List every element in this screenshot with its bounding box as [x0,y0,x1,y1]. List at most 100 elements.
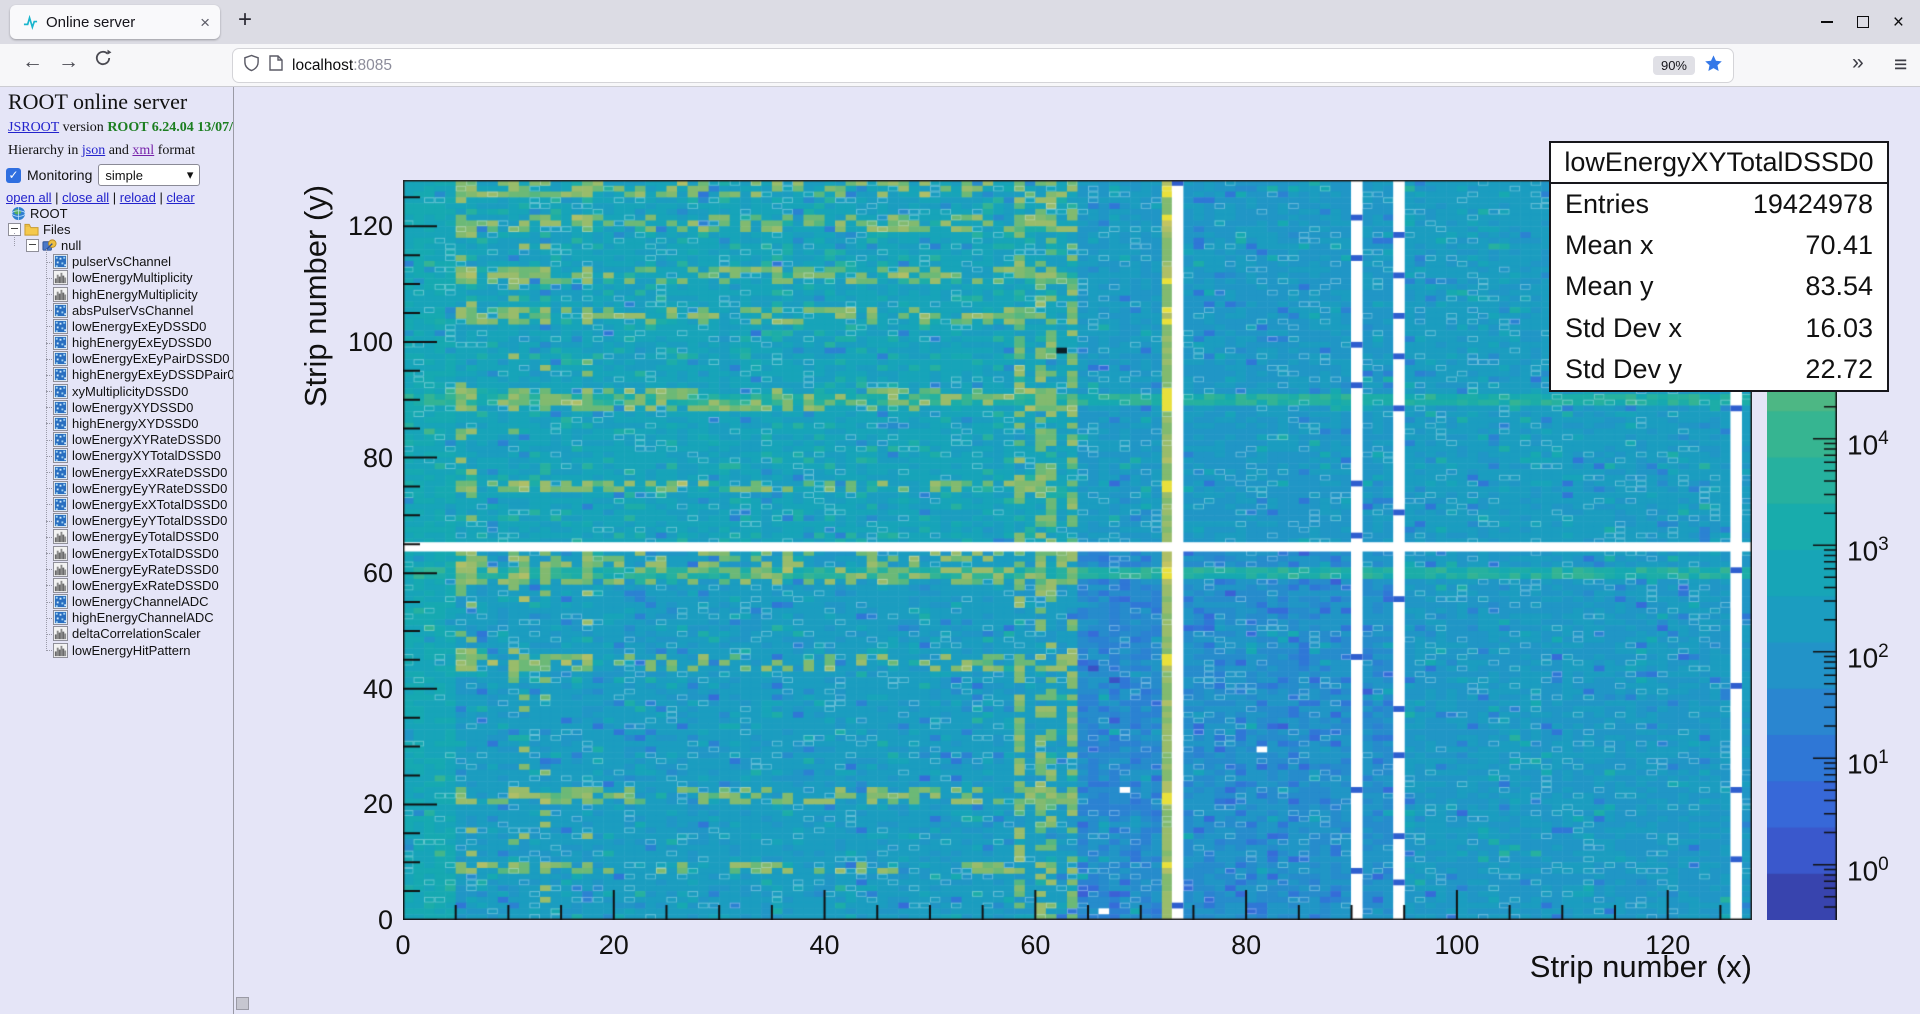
monitoring-checkbox[interactable]: ✓ [6,167,21,183]
window-controls: × [1820,0,1920,44]
back-icon[interactable]: ← [22,50,43,74]
zoom-level-badge[interactable]: 90% [1652,56,1695,75]
tree-link-reload[interactable]: reload [120,190,156,205]
json-link[interactable]: json [82,143,105,158]
tree-item-xyMultiplicityDSSD0[interactable]: xyMultiplicityDSSD0 [0,383,233,399]
jsroot-sidebar: ROOT online server JSROOT version ROOT 6… [0,87,233,1014]
y-tick-label-20: 20 [362,789,393,820]
sidebar-divider[interactable] [233,87,234,1014]
th2-histogram-icon [53,383,68,399]
folder-icon [24,222,39,237]
url-text[interactable]: localhost:8085 [292,57,392,75]
tree-item-lowEnergyEyYRateDSSD0[interactable]: lowEnergyEyYRateDSSD0 [0,480,233,496]
reload-icon[interactable] [94,49,112,73]
th2-histogram-icon [53,399,68,415]
tree-item-label: lowEnergyEyTotalDSSD0 [72,529,219,545]
tree-item-lowEnergyEyTotalDSSD0[interactable]: lowEnergyEyTotalDSSD0 [0,529,233,545]
tree-item-lowEnergyHitPattern[interactable]: lowEnergyHitPattern [0,642,233,658]
th2-histogram-icon [53,335,68,351]
tree-item-highEnergyExEyDSSD0[interactable]: highEnergyExEyDSSD0 [0,335,233,351]
tree-item-deltaCorrelationScaler[interactable]: deltaCorrelationScaler [0,626,233,642]
tree-item-lowEnergyXYDSSD0[interactable]: lowEnergyXYDSSD0 [0,399,233,415]
page-info-icon[interactable] [269,55,283,76]
tree-connector [46,601,54,603]
tree-item-label: highEnergyXYDSSD0 [72,416,199,432]
tree-item-highEnergyChannelADC[interactable]: highEnergyChannelADC [0,610,233,626]
forward-icon[interactable]: → [58,50,79,74]
tree-item-absPulserVsChannel[interactable]: absPulserVsChannel [0,302,233,318]
minimize-icon[interactable] [1820,21,1833,23]
tree-item-lowEnergyXYRateDSSD0[interactable]: lowEnergyXYRateDSSD0 [0,432,233,448]
tree-connector [46,650,54,652]
stats-row-mean-y: Mean y 83.54 [1565,271,1873,302]
tree-item-lowEnergyExXTotalDSSD0[interactable]: lowEnergyExXTotalDSSD0 [0,496,233,512]
x-tick-label-80: 80 [1231,930,1262,960]
bookmark-star-icon[interactable] [1704,54,1723,78]
tree-item-lowEnergyXYTotalDSSD0[interactable]: lowEnergyXYTotalDSSD0 [0,448,233,464]
tree-link-clear[interactable]: clear [166,190,194,205]
tree-item-label: lowEnergyMultiplicity [72,270,193,286]
tree-item-highEnergyExEyDSSDPair0[interactable]: highEnergyExEyDSSDPair0 [0,367,233,383]
tree-action-links: open all | close all | reload | clear [6,190,195,205]
tree-item-lowEnergyChannelADC[interactable]: lowEnergyChannelADC [0,594,233,610]
th1-histogram-icon [53,270,68,286]
tree-item-lowEnergyMultiplicity[interactable]: lowEnergyMultiplicity [0,270,233,286]
xml-link[interactable]: xml [132,143,154,158]
splitter-grip[interactable] [236,997,249,1010]
link-separator: | [109,190,120,205]
tree-item-label: deltaCorrelationScaler [72,626,201,642]
tree-node-root[interactable]: ROOT [0,205,233,221]
tree-item-highEnergyMultiplicity[interactable]: highEnergyMultiplicity [0,286,233,302]
tree-item-label: lowEnergyChannelADC [72,594,209,610]
tree-item-lowEnergyExEyDSSD0[interactable]: lowEnergyExEyDSSD0 [0,318,233,334]
tree-connector [46,326,54,328]
tree-item-pulserVsChannel[interactable]: pulserVsChannel [0,254,233,270]
tree-item-highEnergyXYDSSD0[interactable]: highEnergyXYDSSD0 [0,415,233,432]
shield-icon[interactable] [243,54,260,77]
toolbar-overflow-icon[interactable]: » [1852,51,1864,75]
tree-item-label: lowEnergyExXRateDSSD0 [72,464,228,480]
th1-histogram-icon [53,561,68,577]
tree-item-lowEnergyEyYTotalDSSD0[interactable]: lowEnergyEyYTotalDSSD0 [0,513,233,529]
tree-item-label: absPulserVsChannel [72,302,194,318]
tree-link-open-all[interactable]: open all [6,190,52,205]
tree-item-label: ROOT [30,205,68,221]
tree-node-null-file[interactable]: null [0,237,233,253]
stats-row-entries: Entries 19424978 [1565,189,1873,220]
stats-row-std-dev-x: Std Dev x 16.03 [1565,313,1873,344]
stats-value: 22.72 [1805,353,1873,384]
browser-tab[interactable]: Online server × [10,5,220,39]
z-tick-label-1e2: 102 [1847,640,1889,673]
tree-item-lowEnergyEyRateDSSD0[interactable]: lowEnergyEyRateDSSD0 [0,561,233,577]
monitoring-label: Monitoring [27,167,93,183]
stats-box-title: lowEnergyXYTotalDSSD0 [1551,143,1887,184]
tree-item-lowEnergyExRateDSSD0[interactable]: lowEnergyExRateDSSD0 [0,577,233,593]
collapse-box-icon[interactable] [26,238,39,252]
th1-histogram-icon [53,286,68,302]
tree-item-lowEnergyExXRateDSSD0[interactable]: lowEnergyExXRateDSSD0 [0,464,233,480]
tree-node-files[interactable]: Files [0,221,233,237]
maximize-icon[interactable] [1856,16,1869,28]
tree-item-label: lowEnergyExRateDSSD0 [72,577,219,593]
monitoring-select[interactable]: simple ▾ [98,164,201,186]
stats-value: 19424978 [1752,189,1873,220]
close-icon[interactable]: × [1893,13,1904,32]
tree-link-close-all[interactable]: close all [62,190,109,205]
new-tab-button[interactable]: + [238,6,252,34]
th1-histogram-icon [53,626,68,642]
stats-box[interactable]: lowEnergyXYTotalDSSD0 Entries 19424978 Mea… [1549,141,1889,392]
tree-item-lowEnergyExTotalDSSD0[interactable]: lowEnergyExTotalDSSD0 [0,545,233,561]
tab-close-icon[interactable]: × [200,14,210,31]
page-title: ROOT online server [8,89,188,114]
jsroot-link[interactable]: JSROOT [8,120,59,135]
page-content: ROOT online server JSROOT version ROOT 6… [0,87,1920,1014]
tree-item-label: lowEnergyXYRateDSSD0 [72,432,221,448]
tab-bar: Online server × + × [0,0,1920,44]
th2-histogram-icon [53,367,68,383]
menu-icon[interactable]: ≡ [1894,51,1907,78]
x-tick-label-40: 40 [809,930,840,960]
url-bar[interactable]: localhost:8085 90% [233,49,1733,82]
tree-item-lowEnergyExEyPairDSSD0[interactable]: lowEnergyExEyPairDSSD0 [0,351,233,367]
tree-item-label: lowEnergyExEyPairDSSD0 [72,351,230,367]
tree-connector [46,504,54,506]
